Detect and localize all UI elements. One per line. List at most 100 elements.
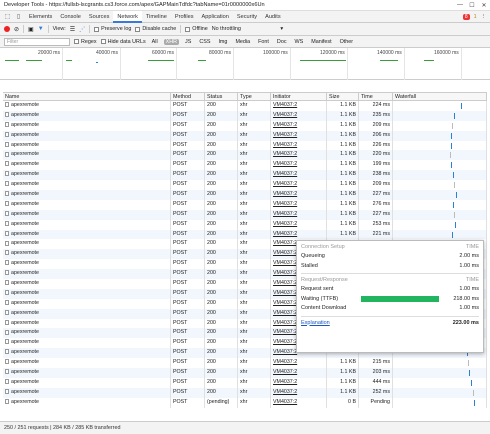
cell-initiator[interactable]: VM4037:2 <box>271 190 327 200</box>
hide-data-urls-checkbox[interactable]: Hide data URLs <box>100 39 146 45</box>
cell-name[interactable]: apexremote <box>3 377 171 388</box>
filter-type-css[interactable]: CSS <box>197 39 212 45</box>
cell-name[interactable]: apexremote <box>3 348 171 359</box>
column-header-method[interactable]: Method <box>171 93 205 100</box>
tab-sources[interactable]: Sources <box>85 11 114 23</box>
error-summary[interactable]: 8 1 ⋮ <box>462 13 490 20</box>
filter-type-ws[interactable]: WS <box>293 39 306 45</box>
cell-name[interactable]: apexremote <box>3 140 171 151</box>
table-row[interactable]: apexremote POST 200 xhr VM4037:2 1.1 KB 276 ms <box>3 199 487 210</box>
column-header-name[interactable]: Name <box>3 93 171 100</box>
filter-input[interactable]: Filter <box>4 37 70 46</box>
column-header-type[interactable]: Type <box>238 93 271 100</box>
table-row[interactable]: apexremote POST 200 xhr VM4037:2 1.1 KB 253 ms <box>3 219 487 230</box>
tab-elements[interactable]: Elements <box>25 11 56 23</box>
column-header-time[interactable]: Time <box>359 93 393 100</box>
table-row[interactable]: apexremote POST 200 xhr VM4037:2 1.1 KB 238 ms <box>3 170 487 181</box>
cell-name[interactable]: apexremote <box>3 150 171 161</box>
explanation-link[interactable]: Explanation <box>301 319 361 329</box>
filter-type-xhr[interactable]: XHR <box>163 38 180 45</box>
table-row[interactable]: apexremote POST 200 xhr VM4037:2 1.1 KB 226 ms <box>3 140 487 151</box>
cell-name[interactable]: apexremote <box>3 288 171 299</box>
cell-initiator[interactable]: VM4037:2 <box>271 110 327 121</box>
cell-initiator[interactable]: VM4037:2 <box>271 209 327 220</box>
column-header-status[interactable]: Status <box>205 93 238 100</box>
minimize-button[interactable]: — <box>454 2 466 9</box>
throttling-select[interactable]: No throttling ▾ <box>212 26 283 32</box>
cell-name[interactable]: apexremote <box>3 160 171 171</box>
network-overview[interactable]: 20000 ms 40000 ms 60000 ms 80000 ms 1000… <box>0 48 490 80</box>
cell-name[interactable]: apexremote <box>3 229 171 240</box>
cell-initiator[interactable]: VM4037:2 <box>271 180 327 191</box>
cell-initiator[interactable]: VM4037:2 <box>271 229 327 240</box>
cell-initiator[interactable]: VM4037:2 <box>271 130 327 141</box>
cell-initiator[interactable]: VM4037:2 <box>271 219 327 230</box>
table-row[interactable]: apexremote POST 200 xhr VM4037:2 1.1 KB 227 ms <box>3 190 487 200</box>
tab-network[interactable]: Network <box>113 10 142 23</box>
cell-initiator[interactable]: VM4037:2 <box>271 358 327 369</box>
tab-audits[interactable]: Audits <box>261 11 285 23</box>
tab-application[interactable]: Application <box>198 11 233 23</box>
filter-type-manifest[interactable]: Manifest <box>309 39 333 45</box>
table-row[interactable]: apexremote POST 200 xhr VM4037:2 1.1 KB 215 ms <box>3 358 487 369</box>
disable-cache-checkbox[interactable]: Disable cache <box>135 26 176 32</box>
filter-type-js[interactable]: JS <box>183 39 193 45</box>
table-row[interactable]: apexremote POST 200 xhr VM4037:2 1.1 KB 221 ms <box>3 229 487 240</box>
cell-name[interactable]: apexremote <box>3 180 171 191</box>
tab-profiles[interactable]: Profiles <box>171 11 198 23</box>
table-row[interactable]: apexremote POST 200 xhr VM4037:2 1.1 KB 209 ms <box>3 180 487 191</box>
cell-initiator[interactable]: VM4037:2 <box>271 368 327 378</box>
filter-type-other[interactable]: Other <box>338 39 355 45</box>
preserve-log-checkbox[interactable]: Preserve log <box>94 26 131 32</box>
cell-name[interactable]: apexremote <box>3 170 171 181</box>
table-row[interactable]: apexremote POST 200 xhr VM4037:2 1.1 KB 206 ms <box>3 130 487 141</box>
cell-name[interactable]: apexremote <box>3 308 171 319</box>
large-rows-icon[interactable]: ☰ <box>70 26 75 33</box>
cell-initiator[interactable]: VM4037:2 <box>271 140 327 151</box>
cell-name[interactable]: apexremote <box>3 249 171 260</box>
cell-name[interactable]: apexremote <box>3 397 171 408</box>
warning-count-badge[interactable]: 1 <box>474 14 477 20</box>
error-count-badge[interactable]: 8 <box>462 13 470 20</box>
cell-initiator[interactable]: VM4037:2 <box>271 101 327 111</box>
table-row[interactable]: apexremote POST 200 xhr VM4037:2 1.1 KB 252 ms <box>3 387 487 398</box>
column-header-initiator[interactable]: Initiator <box>271 93 327 100</box>
offline-checkbox[interactable]: Offline <box>185 26 208 32</box>
table-row[interactable]: apexremote POST 200 xhr VM4037:2 1.1 KB 199 ms <box>3 160 487 171</box>
cell-name[interactable]: apexremote <box>3 190 171 200</box>
cell-name[interactable]: apexremote <box>3 130 171 141</box>
cell-initiator[interactable]: VM4037:2 <box>271 120 327 131</box>
column-header-size[interactable]: Size <box>327 93 359 100</box>
filter-type-media[interactable]: Media <box>233 39 252 45</box>
column-header-waterfall[interactable]: Waterfall <box>393 93 487 100</box>
filter-type-font[interactable]: Font <box>256 39 271 45</box>
cell-name[interactable]: apexremote <box>3 387 171 398</box>
table-row[interactable]: apexremote POST 200 xhr VM4037:2 1.1 KB 220 ms <box>3 150 487 161</box>
tab-timeline[interactable]: Timeline <box>142 11 171 23</box>
cell-name[interactable]: apexremote <box>3 328 171 339</box>
table-row[interactable]: apexremote POST 200 xhr VM4037:2 1.1 KB 235 ms <box>3 110 487 121</box>
cell-name[interactable]: apexremote <box>3 318 171 329</box>
table-row[interactable]: apexremote POST 200 xhr VM4037:2 1.1 KB 224 ms <box>3 101 487 111</box>
record-icon[interactable] <box>4 26 10 32</box>
cell-name[interactable]: apexremote <box>3 110 171 121</box>
capture-screenshots-icon[interactable]: ▣ <box>28 26 34 33</box>
filter-type-doc[interactable]: Doc <box>275 39 289 45</box>
filter-type-img[interactable]: Img <box>216 39 229 45</box>
regex-checkbox[interactable]: Regex <box>74 39 97 45</box>
cell-name[interactable]: apexremote <box>3 101 171 111</box>
cell-name[interactable]: apexremote <box>3 338 171 349</box>
cell-name[interactable]: apexremote <box>3 259 171 270</box>
more-options-icon[interactable]: ⋮ <box>481 14 486 20</box>
device-mode-icon[interactable]: ▯ <box>14 12 23 21</box>
table-row[interactable]: apexremote POST 200 xhr VM4037:2 1.1 KB 227 ms <box>3 209 487 220</box>
filter-type-all[interactable]: All <box>150 39 160 45</box>
cell-name[interactable]: apexremote <box>3 368 171 378</box>
table-row[interactable]: apexremote POST 200 xhr VM4037:2 1.1 KB 209 ms <box>3 120 487 131</box>
cell-name[interactable]: apexremote <box>3 209 171 220</box>
cell-name[interactable]: apexremote <box>3 298 171 309</box>
table-row[interactable]: apexremote POST (pending) xhr VM4037:2 0 B Pen… <box>3 397 487 408</box>
inspect-element-icon[interactable]: ⬚ <box>3 12 12 21</box>
cell-initiator[interactable]: VM4037:2 <box>271 160 327 171</box>
cell-name[interactable]: apexremote <box>3 219 171 230</box>
